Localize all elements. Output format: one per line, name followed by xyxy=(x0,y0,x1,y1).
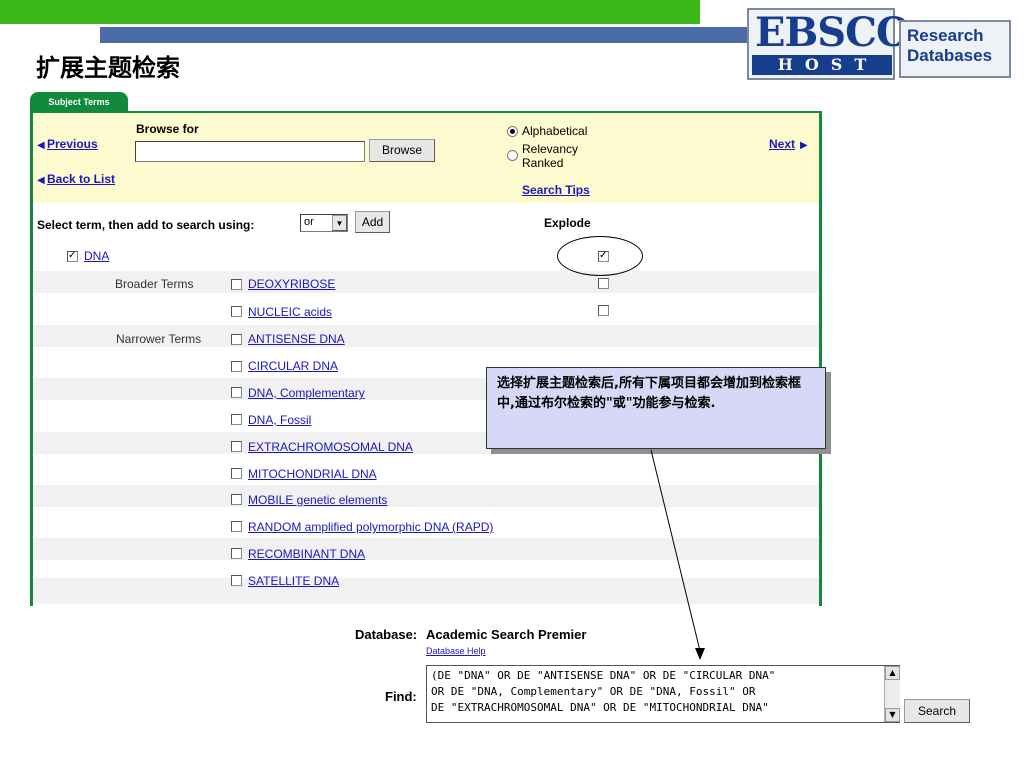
find-label: Find: xyxy=(385,689,417,704)
tab-subject-terms[interactable]: Subject Terms xyxy=(30,92,128,112)
blue-header-bar xyxy=(100,27,750,43)
term-mobile-genetic-elements-link[interactable]: MOBILE genetic elements xyxy=(248,493,387,507)
term-checkbox[interactable] xyxy=(231,494,242,505)
add-button[interactable]: Add xyxy=(355,211,390,233)
term-checkbox[interactable] xyxy=(231,306,242,317)
explode-checkbox[interactable] xyxy=(598,278,609,289)
term-circular-dna-link[interactable]: CIRCULAR DNA xyxy=(248,359,338,373)
term-satellite-dna-link[interactable]: SATELLITE DNA xyxy=(248,574,339,588)
term-checkbox[interactable] xyxy=(231,468,242,479)
find-textarea[interactable]: (DE "DNA" OR DE "ANTISENSE DNA" OR DE "C… xyxy=(426,665,900,723)
green-header-bar xyxy=(0,0,700,24)
term-checkbox[interactable] xyxy=(231,548,242,559)
search-tips-link[interactable]: Search Tips xyxy=(522,183,590,197)
database-name: Academic Search Premier xyxy=(426,627,587,642)
term-dna-link[interactable]: DNA xyxy=(84,249,109,263)
term-checkbox[interactable] xyxy=(231,441,242,452)
alphabetical-label: Alphabetical xyxy=(522,124,588,138)
select-term-label: Select term, then add to search using: xyxy=(37,218,255,232)
host-logo-text: HOST xyxy=(752,55,892,75)
operator-value: or xyxy=(304,216,314,228)
term-deoxyribose-link[interactable]: DEOXYRIBOSE xyxy=(248,277,335,291)
term-antisense-dna-link[interactable]: ANTISENSE DNA xyxy=(248,332,345,346)
dna-checkbox[interactable] xyxy=(67,249,78,262)
database-help-link[interactable]: Database Help xyxy=(426,646,486,656)
term-rapd-link[interactable]: RANDOM amplified polymorphic DNA (RAPD) xyxy=(248,520,493,534)
operator-select[interactable]: or ▼ xyxy=(300,214,348,232)
next-link[interactable]: Next xyxy=(769,137,795,151)
broader-terms-label: Broader Terms xyxy=(115,277,194,291)
database-label: Database: xyxy=(355,627,418,642)
term-extrachromosomal-dna-link[interactable]: EXTRACHROMOSOMAL DNA xyxy=(248,440,413,454)
chevron-down-icon[interactable]: ▼ xyxy=(332,215,347,231)
explode-header: Explode xyxy=(544,216,591,230)
slide-title: 扩展主题检索 xyxy=(36,53,180,82)
explode-checkbox[interactable] xyxy=(598,305,609,316)
back-arrow-icon: ◀ xyxy=(37,175,45,186)
term-mitochondrial-dna-link[interactable]: MITOCHONDRIAL DNA xyxy=(248,467,377,481)
narrower-terms-label: Narrower Terms xyxy=(116,332,202,346)
term-checkbox[interactable] xyxy=(231,387,242,398)
term-checkbox[interactable] xyxy=(231,361,242,372)
browse-input[interactable] xyxy=(135,141,365,162)
ebsco-logo-text: EBSCO xyxy=(755,9,911,56)
term-checkbox[interactable] xyxy=(231,334,242,345)
term-checkbox[interactable] xyxy=(231,575,242,586)
term-checkbox[interactable] xyxy=(231,279,242,290)
callout-pointer-arrow xyxy=(650,449,705,660)
relevancy-ranked-radio[interactable] xyxy=(507,150,518,161)
term-dna-complementary-link[interactable]: DNA, Complementary xyxy=(248,386,365,400)
relevancy-ranked-label: Relevancy Ranked xyxy=(522,142,579,170)
browse-button[interactable]: Browse xyxy=(369,139,435,162)
previous-link[interactable]: Previous xyxy=(47,137,98,151)
search-button[interactable]: Search xyxy=(904,699,970,723)
row-bg xyxy=(33,299,819,321)
explanation-callout: 选择扩展主题检索后,所有下属项目都会增加到检索框中,通过布尔检索的"或"功能参与… xyxy=(486,367,826,449)
term-checkbox[interactable] xyxy=(231,414,242,425)
term-checkbox[interactable] xyxy=(231,521,242,532)
research-databases-logo: Research Databases xyxy=(899,20,1011,78)
scroll-down-icon[interactable]: ▼ xyxy=(885,708,900,722)
alphabetical-radio[interactable] xyxy=(507,126,518,137)
highlight-ellipse xyxy=(557,236,643,276)
previous-arrow-icon: ◀ xyxy=(37,140,45,151)
logo-research-text: Research xyxy=(907,26,984,45)
back-to-list-link[interactable]: Back to List xyxy=(47,172,115,186)
term-nucleic-acids-link[interactable]: NUCLEIC acids xyxy=(248,305,332,319)
logo-databases-text: Databases xyxy=(907,46,993,65)
scroll-up-icon[interactable]: ▲ xyxy=(885,666,900,680)
term-dna-fossil-link[interactable]: DNA, Fossil xyxy=(248,413,311,427)
term-recombinant-dna-link[interactable]: RECOMBINANT DNA xyxy=(248,547,365,561)
next-arrow-icon: ▶ xyxy=(800,140,808,151)
browse-for-label: Browse for xyxy=(136,122,199,136)
row-bg xyxy=(33,245,819,267)
find-scrollbar[interactable]: ▲ ▼ xyxy=(884,666,900,722)
